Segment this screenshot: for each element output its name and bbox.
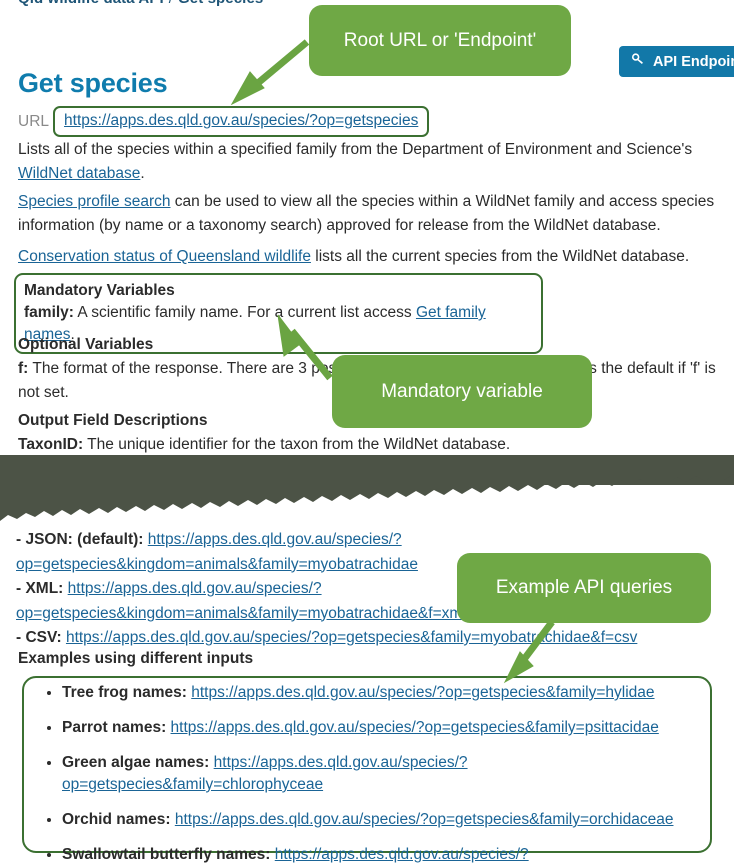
output-field-name: TaxonID: <box>18 436 84 453</box>
api-doc-page: Qld wildlife data API/Get species Get sp… <box>0 0 734 866</box>
callout-mandatory-variable: Mandatory variable <box>332 355 592 428</box>
output-field-desc: The scientific name for the taxon. <box>134 460 367 477</box>
mandatory-variable-desc-before: A scientific family name. For a current … <box>73 304 416 321</box>
example-queries-list: Tree frog names: https://apps.des.qld.go… <box>24 682 704 866</box>
example-label: Swallowtail butterfly names: <box>62 846 271 863</box>
format-json-label: - JSON: (default): <box>16 531 148 548</box>
callout-root-url: Root URL or 'Endpoint' <box>309 5 571 76</box>
format-csv-url[interactable]: https://apps.des.qld.gov.au/species/?op=… <box>66 629 637 646</box>
intro-paragraph-1: Lists all of the species within a specif… <box>18 138 718 186</box>
intro-p1-text-after: . <box>140 165 145 182</box>
api-endpoint-button-label: API Endpoint <box>653 53 734 70</box>
root-url-link[interactable]: https://apps.des.qld.gov.au/species/?op=… <box>64 112 418 129</box>
api-endpoint-button[interactable]: API Endpoint <box>619 46 734 77</box>
example-url-link[interactable]: https://apps.des.qld.gov.au/species/?op=… <box>175 811 674 828</box>
example-label: Tree frog names: <box>62 684 187 701</box>
example-label: Parrot names: <box>62 719 167 736</box>
output-field-name: ScientificName: <box>18 460 135 477</box>
url-label: URL <box>18 112 50 130</box>
format-csv-line: - CSV: https://apps.des.qld.gov.au/speci… <box>16 626 722 651</box>
page-title: Get species <box>18 68 168 99</box>
intro-p3-text: lists all the current species from the W… <box>310 248 690 265</box>
optional-variable-name: f: <box>18 360 29 377</box>
url-row: URL https://apps.des.qld.gov.au/species/… <box>18 106 430 137</box>
callout-mandatory-variable-label: Mandatory variable <box>381 380 543 402</box>
output-field-desc: The unique identifier for the taxon from… <box>83 436 511 453</box>
intro-paragraph-2: Species profile search can be used to vi… <box>18 190 718 238</box>
list-item: Orchid names: https://apps.des.qld.gov.a… <box>62 809 704 831</box>
example-url-link[interactable]: https://apps.des.qld.gov.au/species/?op=… <box>171 719 659 736</box>
breadcrumb-parent[interactable]: Qld wildlife data API <box>18 0 164 7</box>
arrow-root-url <box>230 39 310 106</box>
species-profile-search-link[interactable]: Species profile search <box>18 193 171 210</box>
example-url-link[interactable]: https://apps.des.qld.gov.au/species/?op=… <box>191 684 654 701</box>
breadcrumb: Qld wildlife data API/Get species <box>18 0 263 7</box>
example-label: Green algae names: <box>62 754 210 771</box>
breadcrumb-separator: / <box>164 0 178 7</box>
intro-p1-text-before: Lists all of the species within a specif… <box>18 141 693 158</box>
format-csv-label: - CSV: <box>16 629 66 646</box>
key-icon <box>631 52 646 71</box>
optional-variables-heading: Optional Variables <box>18 336 154 353</box>
root-url-highlight-box: https://apps.des.qld.gov.au/species/?op=… <box>53 106 430 137</box>
format-xml-label: - XML: <box>16 580 68 597</box>
intro-paragraph-3: Conservation status of Queensland wildli… <box>18 245 718 269</box>
example-label: Orchid names: <box>62 811 171 828</box>
conservation-status-link[interactable]: Conservation status of Queensland wildli… <box>18 248 311 265</box>
list-item: Parrot names: https://apps.des.qld.gov.a… <box>62 717 704 739</box>
callout-example-queries-label: Example API queries <box>495 577 673 598</box>
output-field-row: TaxonID: The unique identifier for the t… <box>18 433 724 457</box>
examples-heading: Examples using different inputs <box>18 650 254 667</box>
breadcrumb-current: Get species <box>178 0 263 7</box>
list-item: Tree frog names: https://apps.des.qld.go… <box>62 682 704 704</box>
mandatory-variable-name: family: <box>24 304 74 321</box>
output-field-row: ScientificName: The scientific name for … <box>18 457 724 481</box>
format-xml-url[interactable]: https://apps.des.qld.gov.au/species/?op=… <box>16 580 466 622</box>
callout-root-url-label: Root URL or 'Endpoint' <box>343 29 537 51</box>
list-item: Green algae names: https://apps.des.qld.… <box>62 752 704 796</box>
example-queries-box: Tree frog names: https://apps.des.qld.go… <box>22 676 712 863</box>
wildnet-database-link[interactable]: WildNet database <box>18 165 140 182</box>
callout-example-queries: Example API queries <box>457 553 711 623</box>
list-item: Swallowtail butterfly names: https://app… <box>62 844 704 866</box>
mandatory-variables-heading: Mandatory Variables <box>24 282 175 299</box>
